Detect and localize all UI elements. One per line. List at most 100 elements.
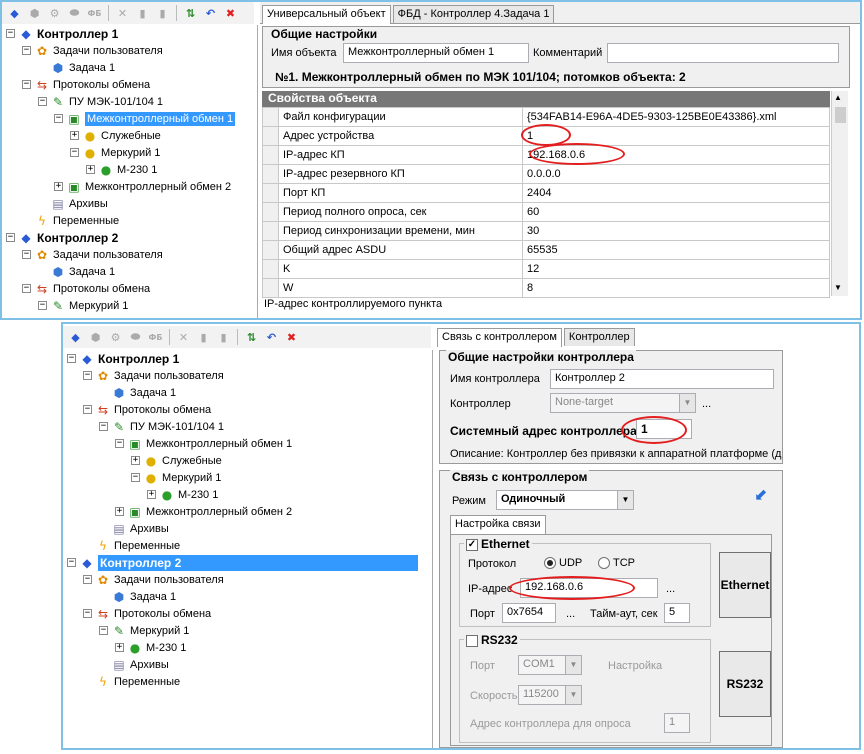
tree-item[interactable]: ⬢ Задача 1 [99, 588, 176, 605]
fb-icon[interactable]: ФБ [147, 329, 164, 346]
tree-item[interactable]: − ▣ Межконтроллерный обмен 1 [115, 435, 292, 452]
controller-icon[interactable]: ◆ [67, 329, 84, 346]
tree-item[interactable]: − ⇆ Протоколы обмена [83, 605, 211, 622]
tree-item[interactable]: − ◆ Контроллер 2 [6, 229, 118, 246]
tcp-radio-dot[interactable] [598, 557, 610, 570]
tree-item[interactable]: ⬢ Задача 1 [38, 263, 115, 280]
collapse-icon[interactable]: − [22, 250, 31, 259]
tree-item[interactable]: + ● Служебные [70, 127, 161, 144]
expand-icon[interactable]: + [54, 182, 63, 191]
collapse-icon[interactable]: − [38, 301, 47, 310]
tab-controller-link[interactable]: Связь с контроллером [437, 328, 562, 347]
undo-icon[interactable]: ↶ [263, 329, 280, 346]
trash-icon[interactable]: ▮ [195, 329, 212, 346]
property-value[interactable]: 0.0.0.0 [522, 164, 830, 184]
property-value[interactable]: 65535 [522, 240, 830, 260]
collapse-icon[interactable]: − [99, 626, 108, 635]
rs-speed-select[interactable]: 115200 ▼ [518, 685, 582, 705]
collapse-icon[interactable]: − [22, 80, 31, 89]
object-name-field[interactable]: Межконтроллерный обмен 1 [343, 43, 529, 63]
tree-item[interactable]: + ● М-230 1 [147, 486, 218, 503]
tree-item[interactable]: − ✿ Задачи пользователя [22, 42, 163, 59]
tree-icon[interactable]: ⇅ [243, 329, 260, 346]
udp-radio-dot[interactable] [544, 557, 556, 570]
rs-address-field[interactable]: 1 [664, 713, 690, 733]
scroll-thumb[interactable] [835, 107, 846, 123]
collapse-icon[interactable]: − [38, 97, 47, 106]
collapse-icon[interactable]: − [83, 405, 92, 414]
udp-radio[interactable]: UDP [544, 557, 582, 570]
hexagon-icon[interactable]: ⬢ [26, 5, 43, 22]
tree-item[interactable]: − ◆ Контроллер 1 [67, 350, 179, 367]
rs-setup-label[interactable]: Настройка [608, 660, 662, 672]
tree-item[interactable]: ⬢ Задача 1 [38, 59, 115, 76]
tree-item[interactable]: + ▣ Межконтроллерный обмен 2 [54, 178, 231, 195]
collapse-icon[interactable]: − [67, 558, 76, 567]
tree-item[interactable]: − ● Меркурий 1 [70, 144, 160, 161]
property-row[interactable]: K 12 [262, 259, 830, 279]
tree-item[interactable]: − ✎ ПУ МЭК-101/104 1 [38, 93, 163, 110]
property-value[interactable]: 8 [522, 278, 830, 298]
expand-icon[interactable]: + [115, 507, 124, 516]
controller-type-more[interactable]: ... [702, 398, 711, 410]
property-row[interactable]: Порт КП 2404 [262, 183, 830, 203]
port-more[interactable]: ... [566, 608, 575, 620]
tree-item[interactable]: ▤ Архивы [99, 656, 168, 673]
undo-icon[interactable]: ↶ [202, 5, 219, 22]
property-value[interactable]: 12 [522, 259, 830, 279]
property-row[interactable]: IP-адрес резервного КП 0.0.0.0 [262, 164, 830, 184]
scroll-down-icon[interactable]: ▼ [834, 283, 842, 292]
tree-item[interactable]: − ✿ Задачи пользователя [83, 571, 224, 588]
expand-icon[interactable]: + [86, 165, 95, 174]
tree-item[interactable]: ϟ Переменные [22, 212, 119, 229]
hexagon-icon[interactable]: ⬢ [87, 329, 104, 346]
timeout-field[interactable]: 5 [664, 603, 690, 623]
tree-item[interactable]: − ✎ ПУ МЭК-101/104 1 [99, 418, 224, 435]
trash-icon[interactable]: ▮ [134, 5, 151, 22]
tree-item[interactable]: ▤ Архивы [99, 520, 168, 537]
tree-item[interactable]: + ● М-230 1 [115, 639, 186, 656]
collapse-icon[interactable]: − [22, 46, 31, 55]
info-icon[interactable]: ▮ [154, 5, 171, 22]
ethernet-button[interactable]: Ethernet [719, 552, 771, 618]
property-row[interactable]: Период полного опроса, сек 60 [262, 202, 830, 222]
collapse-icon[interactable]: − [70, 148, 79, 157]
collapse-icon[interactable]: − [83, 371, 92, 380]
tree-item[interactable]: ⬢ Задача 1 [99, 384, 176, 401]
collapse-icon[interactable]: − [83, 575, 92, 584]
gear-icon[interactable]: ⚙ [107, 329, 124, 346]
property-value[interactable]: 30 [522, 221, 830, 241]
tree-item[interactable]: + ● М-230 1 [86, 161, 157, 178]
tree-item[interactable]: − ▣ Межконтроллерный обмен 1 [54, 110, 236, 127]
expand-icon[interactable]: + [147, 490, 156, 499]
collapse-icon[interactable]: − [67, 354, 76, 363]
ip-more[interactable]: ... [666, 583, 675, 595]
collapse-icon[interactable]: − [6, 233, 15, 242]
collapse-icon[interactable]: − [99, 422, 108, 431]
rs232-button[interactable]: RS232 [719, 651, 771, 717]
property-value[interactable]: 60 [522, 202, 830, 222]
collapse-icon[interactable]: − [83, 609, 92, 618]
fb-icon[interactable]: ФБ [86, 5, 103, 22]
tree-item[interactable]: − ✎ Меркурий 1 [99, 622, 189, 639]
property-row[interactable]: Общий адрес ASDU 65535 [262, 240, 830, 260]
tree-item[interactable]: − ✿ Задачи пользователя [22, 246, 163, 263]
collapse-icon[interactable]: − [22, 284, 31, 293]
scroll-up-icon[interactable]: ▲ [834, 93, 842, 102]
collapse-icon[interactable]: − [54, 114, 63, 123]
rs-port-select[interactable]: COM1 ▼ [518, 655, 582, 675]
expand-icon[interactable]: + [115, 643, 124, 652]
tab-link-settings[interactable]: Настройка связи [450, 515, 546, 534]
delete-icon[interactable]: ✖ [283, 329, 300, 346]
tab-fbd[interactable]: ФБД - Контроллер 4.Задача 1 [392, 5, 555, 23]
controller-name-field[interactable]: Контроллер 2 [550, 369, 774, 389]
tab-universal-object[interactable]: Универсальный объект [262, 5, 391, 24]
collapse-icon[interactable]: − [6, 29, 15, 38]
tree-item[interactable]: ▤ Архивы [38, 195, 107, 212]
info-icon[interactable]: ▮ [215, 329, 232, 346]
controller-type-select[interactable]: None-target ▼ [550, 393, 696, 413]
collapse-icon[interactable]: − [131, 473, 140, 482]
tree-item[interactable]: + ▣ Межконтроллерный обмен 2 [115, 503, 292, 520]
properties-scrollbar[interactable]: ▲ ▼ [831, 91, 848, 296]
delete-icon[interactable]: ✖ [222, 5, 239, 22]
